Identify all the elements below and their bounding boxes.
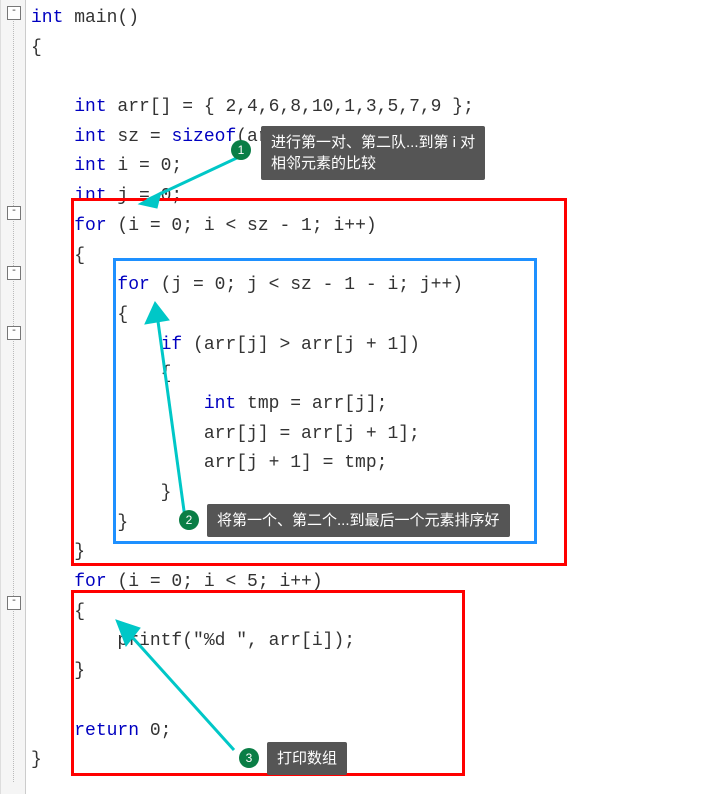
code-diagram: - - - - - int main() { int arr[] = { 2,4…: [0, 0, 706, 794]
fold-icon: -: [7, 266, 21, 280]
t: {: [31, 38, 42, 58]
kw-sizeof: sizeof: [171, 127, 236, 147]
fold-icon: -: [7, 596, 21, 610]
t: sz =: [107, 127, 172, 147]
note-1-line2: 相邻元素的比较: [271, 153, 475, 174]
t: }: [31, 750, 42, 770]
badge-1: 1: [231, 140, 251, 160]
note-1: 进行第一对、第二队...到第 i 对 相邻元素的比较: [261, 126, 485, 180]
badge-2: 2: [179, 510, 199, 530]
t: main(): [63, 8, 139, 28]
kw-int: int: [31, 8, 63, 28]
arrow-2-icon: [141, 296, 201, 526]
fold-icon: -: [7, 6, 21, 20]
kw-int: int: [74, 97, 106, 117]
arrow-1-icon: [131, 148, 251, 210]
badge-3: 3: [239, 748, 259, 768]
kw-int: int: [74, 156, 106, 176]
note-1-line1: 进行第一对、第二队...到第 i 对: [271, 132, 475, 153]
arrow-3-icon: [106, 610, 246, 760]
fold-icon: -: [7, 206, 21, 220]
gutter: - - - - -: [1, 0, 26, 794]
t: arr[] = { 2,4,6,8,10,1,3,5,7,9 };: [107, 97, 474, 117]
note-2: 将第一个、第二个...到最后一个元素排序好: [207, 504, 510, 537]
note-3: 打印数组: [267, 742, 347, 775]
fold-icon: -: [7, 326, 21, 340]
kw-int: int: [74, 127, 106, 147]
